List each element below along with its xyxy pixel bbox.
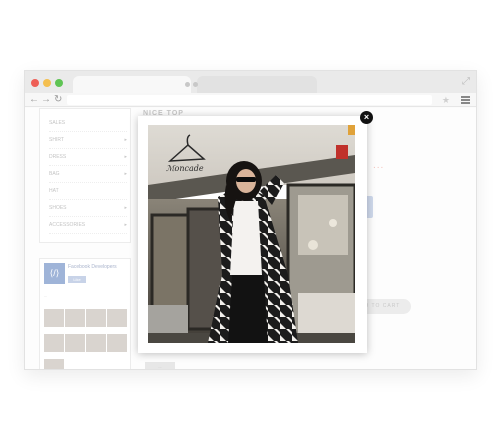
chevron-right-icon: ▸ xyxy=(124,171,127,177)
close-window-button[interactable] xyxy=(31,79,39,87)
back-arrow-icon[interactable]: ← xyxy=(29,93,39,107)
screenshot-stage: ⤢ ← → ↻ ★ SALES SHIRT ▸ DRESS ▸ BAG ▸ HAT SHOES ▸… xyxy=(0,0,500,430)
hamburger-menu-icon[interactable] xyxy=(461,96,470,104)
sidebar-item-label: SHOES xyxy=(49,205,67,211)
sidebar-item-shirt[interactable]: SHIRT ▸ xyxy=(49,132,127,149)
avatar[interactable] xyxy=(107,334,127,352)
product-price: ... xyxy=(373,160,385,171)
avatar[interactable] xyxy=(44,334,64,352)
sidebar-item-label: ACCESSORIES xyxy=(49,222,86,228)
product-photo: ℳoncade xyxy=(148,125,355,343)
maximize-window-button[interactable] xyxy=(55,79,63,87)
bookmark-star-icon[interactable]: ★ xyxy=(442,93,450,107)
minimize-window-button[interactable] xyxy=(43,79,51,87)
reload-icon[interactable]: ↻ xyxy=(54,93,62,107)
avatar[interactable] xyxy=(86,309,106,327)
browser-tab-active[interactable] xyxy=(73,76,191,93)
avatar[interactable] xyxy=(44,309,64,327)
fullscreen-icon[interactable]: ⤢ xyxy=(462,76,470,87)
forward-arrow-icon[interactable]: → xyxy=(41,93,51,107)
avatar[interactable] xyxy=(65,334,85,352)
close-modal-button[interactable]: × xyxy=(360,111,373,124)
chevron-right-icon: ▸ xyxy=(124,154,127,160)
sidebar-item-sales[interactable]: SALES xyxy=(49,115,127,132)
facebook-developers-logo-icon: ⟨/⟩ xyxy=(44,263,65,284)
sidebar-item-shoes[interactable]: SHOES ▸ xyxy=(49,200,127,217)
facebook-widget-text: ... xyxy=(44,293,48,298)
tab-indicator-icon xyxy=(193,82,198,87)
sidebar-item-bag[interactable]: BAG ▸ xyxy=(49,166,127,183)
chevron-right-icon: ▸ xyxy=(124,205,127,211)
avatar[interactable] xyxy=(65,309,85,327)
product-tabs: ... xyxy=(143,360,463,369)
tab-indicator-icon xyxy=(185,82,190,87)
facebook-page-title[interactable]: Facebook Developers xyxy=(68,264,117,270)
facebook-fan-avatars xyxy=(44,309,128,369)
sidebar-item-accessories[interactable]: ACCESSORIES ▸ xyxy=(49,217,127,234)
svg-text:ℳoncade: ℳoncade xyxy=(166,164,204,173)
chevron-right-icon: ▸ xyxy=(124,222,127,228)
sidebar-item-dress[interactable]: DRESS ▸ xyxy=(49,149,127,166)
browser-titlebar: ⤢ xyxy=(25,71,476,93)
sidebar-item-hat[interactable]: HAT xyxy=(49,183,127,200)
address-bar: ← → ↻ ★ xyxy=(25,93,476,107)
sidebar-item-label: SALES xyxy=(49,120,66,126)
facebook-like-button[interactable]: Like xyxy=(68,276,86,283)
facebook-widget: ⟨/⟩ Facebook Developers Like ... xyxy=(39,258,131,369)
avatar[interactable] xyxy=(86,334,106,352)
avatar[interactable] xyxy=(107,309,127,327)
category-sidebar: SALES SHIRT ▸ DRESS ▸ BAG ▸ HAT SHOES ▸ ACCESSORIE… xyxy=(39,108,131,243)
avatar[interactable] xyxy=(44,359,64,369)
chevron-right-icon: ▸ xyxy=(124,137,127,143)
sidebar-item-label: SHIRT xyxy=(49,137,64,143)
sidebar-item-label: DRESS xyxy=(49,154,67,160)
sidebar-item-label: HAT xyxy=(49,188,59,194)
url-input[interactable] xyxy=(67,95,432,105)
tab-details[interactable]: ... xyxy=(145,362,175,369)
browser-tab-new[interactable] xyxy=(193,76,317,93)
sidebar-item-label: BAG xyxy=(49,171,60,177)
fashion-photo-image: ℳoncade xyxy=(148,125,355,343)
